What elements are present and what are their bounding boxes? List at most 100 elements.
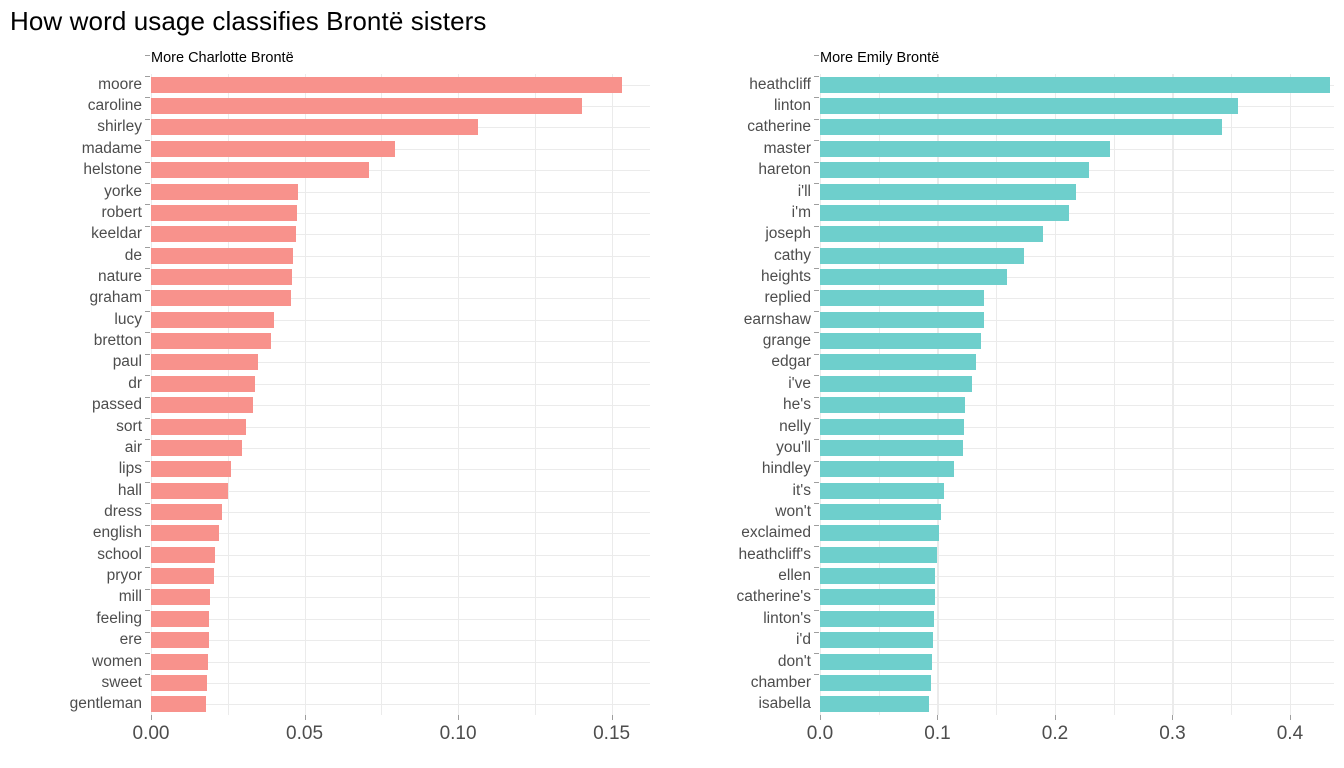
y-tick-mark bbox=[814, 268, 819, 269]
bar-grange[interactable] bbox=[820, 333, 981, 350]
bar-nelly[interactable] bbox=[820, 418, 964, 435]
bar-heights[interactable] bbox=[820, 268, 1007, 285]
bar-row bbox=[820, 674, 1334, 691]
bar-lucy[interactable] bbox=[151, 311, 274, 328]
bar-ellen[interactable] bbox=[820, 568, 936, 585]
bar-yorke[interactable] bbox=[151, 183, 298, 200]
bar-exclaimed[interactable] bbox=[820, 525, 939, 542]
bar-passed[interactable] bbox=[151, 397, 253, 414]
chart-root: How word usage classifies Brontë sisters… bbox=[0, 0, 1344, 768]
bar-row bbox=[151, 354, 650, 371]
bar-i-ve[interactable] bbox=[820, 375, 972, 392]
bar-row bbox=[820, 525, 1334, 542]
bar-row bbox=[151, 76, 650, 93]
y-tick-mark bbox=[145, 461, 150, 462]
bar-hindley[interactable] bbox=[820, 461, 954, 478]
bar-heathcliff[interactable] bbox=[820, 76, 1331, 93]
bar-air[interactable] bbox=[151, 439, 242, 456]
bar-master[interactable] bbox=[820, 140, 1110, 157]
bar-dress[interactable] bbox=[151, 504, 223, 521]
bar-dr[interactable] bbox=[151, 375, 256, 392]
bar-ere[interactable] bbox=[151, 632, 209, 649]
bar-mill[interactable] bbox=[151, 589, 210, 606]
bar-i-d[interactable] bbox=[820, 632, 933, 649]
x-tick-label: 0.10 bbox=[439, 723, 477, 744]
bar-chamber[interactable] bbox=[820, 674, 932, 691]
y-tick-label: he's bbox=[783, 396, 811, 414]
bar-joseph[interactable] bbox=[820, 226, 1043, 243]
bar-bretton[interactable] bbox=[151, 333, 272, 350]
bar-he-s[interactable] bbox=[820, 397, 966, 414]
bar-school[interactable] bbox=[151, 546, 216, 563]
y-tick-mark bbox=[814, 610, 819, 611]
bar-feeling[interactable] bbox=[151, 610, 210, 627]
y-tick-label: i'll bbox=[797, 182, 811, 200]
y-axis-labels-charlotte: moore caroline shirley madame helstone yorke r… bbox=[0, 74, 142, 715]
y-tick-label: cathy bbox=[773, 246, 811, 264]
bar-linton-s[interactable] bbox=[820, 610, 934, 627]
x-tick-mark bbox=[1289, 715, 1291, 720]
bar-row bbox=[820, 610, 1334, 627]
x-tick-label: 0.4 bbox=[1276, 723, 1304, 744]
bar-don-t[interactable] bbox=[820, 653, 932, 670]
bar-row bbox=[820, 268, 1334, 285]
bar-lips[interactable] bbox=[151, 461, 231, 478]
bar-row bbox=[151, 311, 650, 328]
y-tick-mark bbox=[814, 354, 819, 355]
y-tick-label: exclaimed bbox=[741, 524, 811, 542]
bar-replied[interactable] bbox=[820, 290, 985, 307]
bar-nature[interactable] bbox=[151, 268, 292, 285]
y-tick-mark bbox=[814, 546, 819, 547]
bar-caroline[interactable] bbox=[151, 98, 583, 115]
bar-cathy[interactable] bbox=[820, 247, 1025, 264]
bar-madame[interactable] bbox=[151, 140, 396, 157]
bar-paul[interactable] bbox=[151, 354, 259, 371]
x-tick-label: 0.1 bbox=[924, 723, 951, 744]
bar-heathcliff-s[interactable] bbox=[820, 546, 937, 563]
bar-pryor[interactable] bbox=[151, 568, 214, 585]
y-tick-label: won't bbox=[775, 503, 811, 521]
bar-english[interactable] bbox=[151, 525, 219, 542]
bar-isabella[interactable] bbox=[820, 696, 930, 713]
bar-graham[interactable] bbox=[151, 290, 291, 307]
y-tick-mark bbox=[814, 311, 819, 312]
bar-catherine-s[interactable] bbox=[820, 589, 935, 606]
bar-row bbox=[820, 632, 1334, 649]
bar-row bbox=[820, 546, 1334, 563]
bar-helstone[interactable] bbox=[151, 162, 370, 179]
bar-hall[interactable] bbox=[151, 482, 229, 499]
bar-i-ll[interactable] bbox=[820, 183, 1077, 200]
bar-sort[interactable] bbox=[151, 418, 247, 435]
x-axis-charlotte: 0.00 0.05 0.10 0.15 bbox=[0, 715, 672, 755]
y-tick-label: ere bbox=[119, 631, 142, 649]
bar-earnshaw[interactable] bbox=[820, 311, 984, 328]
bar-hareton[interactable] bbox=[820, 162, 1090, 179]
bar-keeldar[interactable] bbox=[151, 226, 296, 243]
bar-won-t[interactable] bbox=[820, 504, 941, 521]
bar-robert[interactable] bbox=[151, 204, 297, 221]
y-tick-label: hindley bbox=[761, 460, 811, 478]
bar-sweet[interactable] bbox=[151, 674, 207, 691]
y-axis-labels-emily: heathcliff linton catherine master hareton i'… bbox=[672, 74, 811, 715]
bar-catherine[interactable] bbox=[820, 119, 1223, 136]
bar-row bbox=[820, 311, 1334, 328]
bar-shirley[interactable] bbox=[151, 119, 479, 136]
y-tick-label: bretton bbox=[93, 332, 142, 350]
bar-edgar[interactable] bbox=[820, 354, 976, 371]
bar-de[interactable] bbox=[151, 247, 293, 264]
panel-emily: More Emily Brontë heathcliff linton cather… bbox=[672, 44, 1344, 756]
y-tick-mark bbox=[814, 183, 819, 184]
bar-linton[interactable] bbox=[820, 98, 1238, 115]
bar-you-ll[interactable] bbox=[820, 439, 963, 456]
y-tick-mark bbox=[145, 674, 150, 675]
bar-gentleman[interactable] bbox=[151, 696, 206, 713]
y-tick-label: pryor bbox=[106, 567, 142, 585]
y-tick-mark bbox=[145, 119, 150, 120]
bar-row bbox=[151, 226, 650, 243]
bar-row bbox=[820, 226, 1334, 243]
bar-women[interactable] bbox=[151, 653, 208, 670]
bar-moore[interactable] bbox=[151, 76, 623, 93]
bar-it-s[interactable] bbox=[820, 482, 944, 499]
y-tick-mark bbox=[145, 76, 150, 77]
bar-i-m[interactable] bbox=[820, 204, 1070, 221]
